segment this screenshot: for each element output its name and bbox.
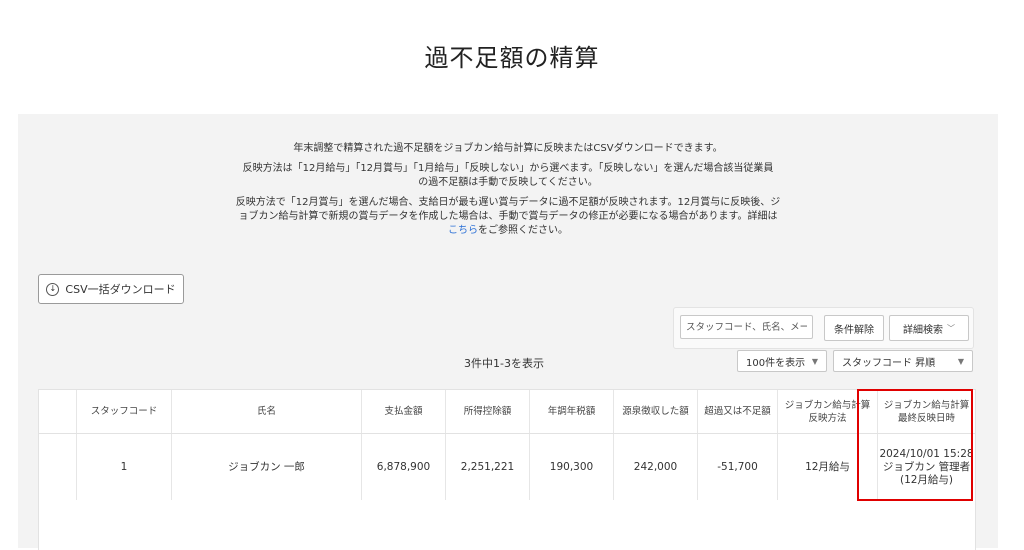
table-cell: 242,000 [614,434,698,500]
table-row: 1 ジョブカン 一郎 6,878,900 2,251,221 190,300 2… [39,434,975,500]
advanced-search-button[interactable]: 詳細検索 ﹀ [889,315,969,341]
caret-down-icon: ▼ [811,356,818,366]
csv-download-button[interactable]: ↓ CSV一括ダウンロード [38,274,184,304]
table-header-row: スタッフコード 氏名 支払金額 所得控除額 年調年税額 源泉徴収した額 超過又は… [39,390,975,434]
table-cell [39,434,77,500]
result-count: 3件中1-3を表示 [464,357,544,370]
caret-down-icon: ▼ [957,356,964,366]
header-cell[interactable]: スタッフコード [77,390,172,433]
table-cell: -51,700 [698,434,778,500]
header-cell[interactable]: 年調年税額 [530,390,614,433]
download-icon: ↓ [46,282,60,296]
table-cell: 2,251,221 [446,434,530,500]
notice-text: 年末調整で精算された過不足額をジョブカン給与計算に反映またはCSVダウンロードで… [18,142,998,238]
details-link[interactable]: こちら [448,225,478,236]
header-cell[interactable]: 超過又は不足額 [698,390,778,433]
header-cell [39,390,77,433]
header-cell[interactable]: 支払金額 [362,390,446,433]
table-cell: ジョブカン 一郎 [172,434,362,500]
highlight-box [857,389,973,501]
notice-line: 反映方法で「12月賞与」を選んだ場合、支給日が最も遅い賞与データに過不足額が反映… [235,197,781,208]
header-cell[interactable]: 源泉徴収した額 [614,390,698,433]
table-cell: 190,300 [530,434,614,500]
notice-line: の過不足額は手動で反映してください。 [418,177,598,188]
chevron-down-icon: ﹀ [947,323,955,333]
table-cell: 1 [77,434,172,500]
notice-line: 反映方法は「12月給与」「12月賞与」「1月給与」「反映しない」から選べます。「… [242,163,774,174]
content-panel: 年末調整で精算された過不足額をジョブカン給与計算に反映またはCSVダウンロードで… [18,114,998,550]
header-cell[interactable]: 氏名 [172,390,362,433]
clear-filter-button[interactable]: 条件解除 [824,315,884,341]
notice-line: ョブカン給与計算で新規の賞与データを作成した場合は、手動で賞与データの修正が必要… [238,211,778,222]
notice-line: こちらをご参照ください。 [448,225,568,236]
table-cell: 6,878,900 [362,434,446,500]
page-title: 過不足額の精算 [424,44,600,72]
per-page-select[interactable]: 100件を表示 ▼ [737,350,827,372]
sort-select[interactable]: スタッフコード 昇順 ▼ [833,350,973,372]
header-cell[interactable]: 所得控除額 [446,390,530,433]
notice-line: 年末調整で精算された過不足額をジョブカン給与計算に反映またはCSVダウンロードで… [293,143,723,154]
filter-box: 条件解除 詳細検索 ﹀ [673,307,974,349]
staff-table: スタッフコード 氏名 支払金額 所得控除額 年調年税額 源泉徴収した額 超過又は… [38,389,976,550]
search-input[interactable] [680,315,813,339]
